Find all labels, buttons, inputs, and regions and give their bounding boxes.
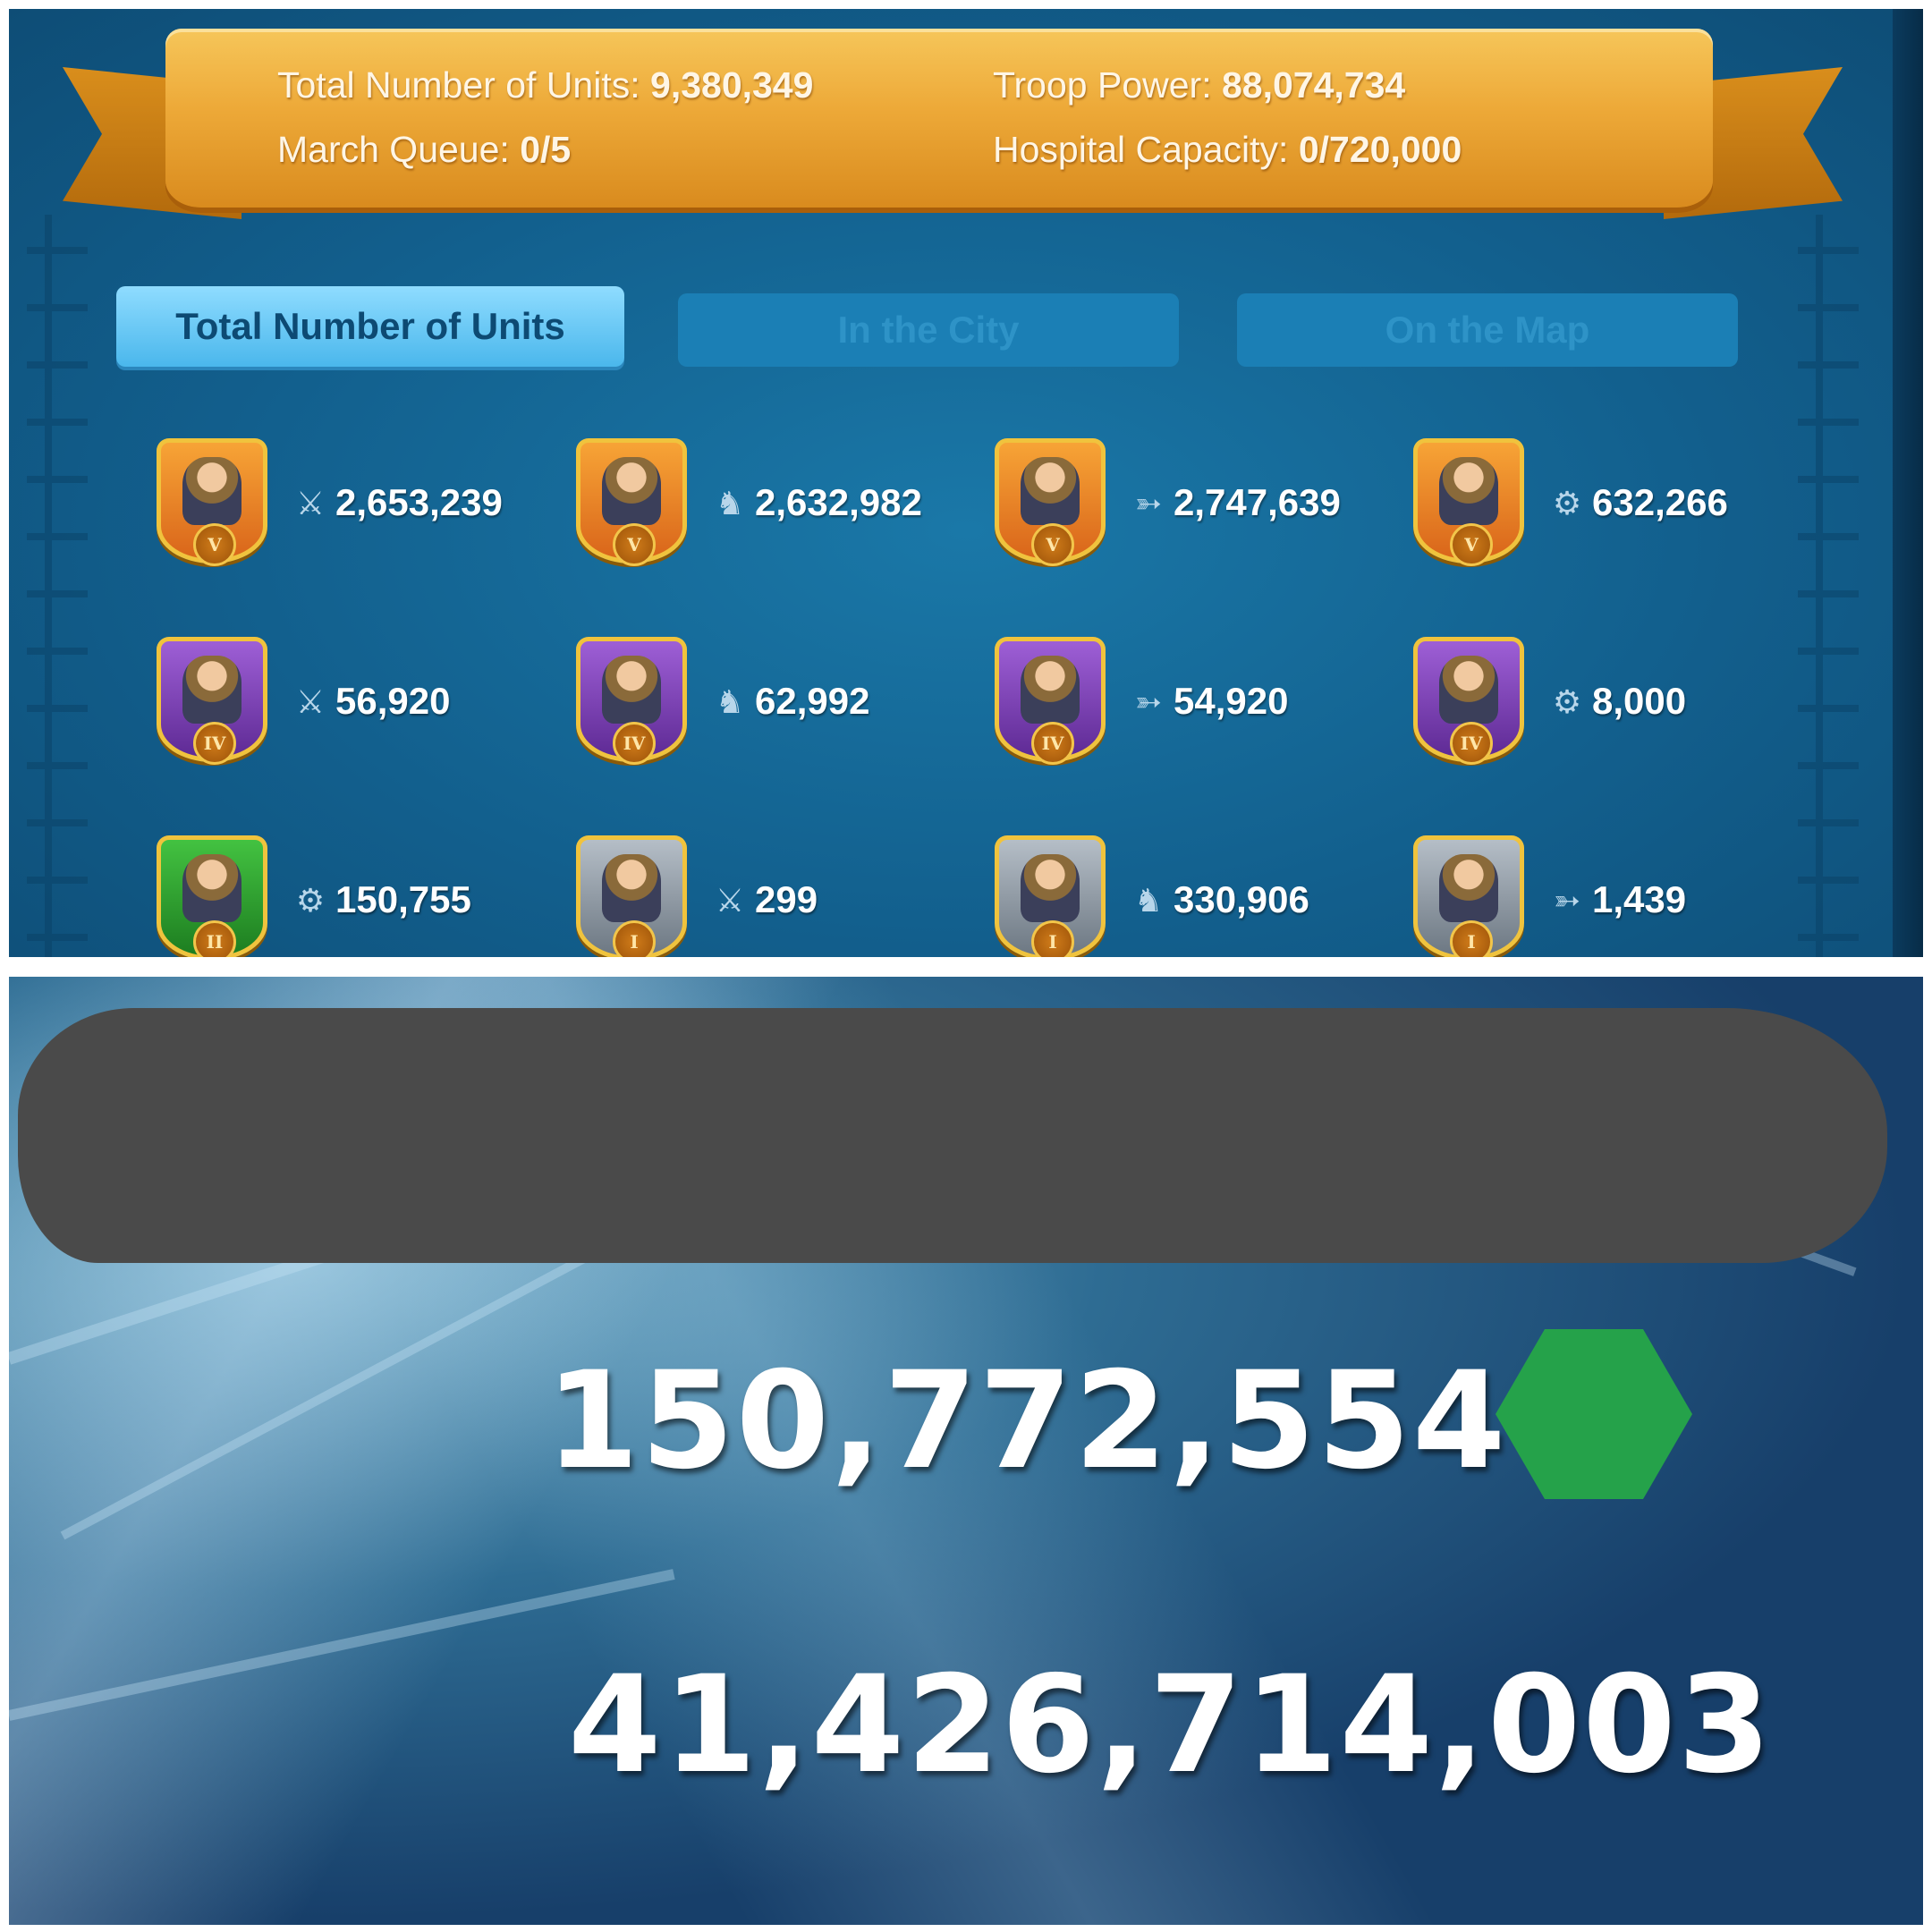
unit-badge-archer[interactable]: I (1413, 835, 1524, 957)
tier-badge: V (1450, 523, 1493, 566)
unit-count: 299 (755, 878, 818, 920)
tier-badge: V (1031, 523, 1074, 566)
unit-count: 54,920 (1174, 680, 1289, 722)
unit-cell[interactable]: IV ♞ 62,992 (576, 637, 987, 771)
unit-badge-infantry[interactable]: I (576, 835, 687, 957)
unit-count: 632,266 (1592, 481, 1728, 523)
siege-icon: ⚙ (1552, 684, 1582, 721)
tier-badge: IV (1031, 722, 1074, 765)
unit-badge-cavalry[interactable]: IV (576, 637, 687, 765)
unit-portrait (602, 656, 661, 724)
unit-portrait (182, 656, 242, 724)
horse-icon: ♞ (1133, 883, 1164, 919)
unit-portrait (182, 854, 242, 922)
green-gem-icon (1496, 1329, 1692, 1499)
total-units-value: 9,380,349 (650, 64, 814, 106)
bow-icon: ➳ (1134, 684, 1163, 721)
tab-in-the-city[interactable]: In the City (678, 293, 1179, 367)
hospital-capacity-label: Hospital Capacity: (993, 129, 1289, 170)
tier-badge: I (1450, 920, 1493, 957)
tab-total-units[interactable]: Total Number of Units (116, 286, 624, 367)
unit-cell[interactable]: II ⚙ 150,755 (157, 835, 568, 957)
unit-cell[interactable]: V ⚔ 2,653,239 (157, 438, 568, 572)
stats-banner: Total Number of Units: 9,380,349 Troop P… (165, 29, 1713, 208)
unit-portrait (1439, 656, 1498, 724)
unit-count: 56,920 (335, 680, 451, 722)
unit-cell[interactable]: I ⚔ 299 (576, 835, 987, 957)
unit-portrait (602, 457, 661, 525)
hospital-capacity-value: 0/720,000 (1298, 129, 1462, 170)
troop-power-value: 88,074,734 (1222, 64, 1406, 106)
unit-badge-siege[interactable]: V (1413, 438, 1524, 566)
tier-badge: I (613, 920, 656, 957)
tier-badge: V (613, 523, 656, 566)
unit-cell[interactable]: V ♞ 2,632,982 (576, 438, 987, 572)
unit-portrait (1439, 854, 1498, 922)
unit-cell[interactable]: V ➳ 2,747,639 (995, 438, 1406, 572)
unit-badge-cavalry[interactable]: V (576, 438, 687, 566)
march-queue-label: March Queue: (277, 129, 510, 170)
march-queue-value: 0/5 (520, 129, 572, 170)
troop-power-stat: Troop Power: 88,074,734 (993, 64, 1405, 106)
horse-icon: ♞ (715, 486, 745, 522)
redacted-name-bar (18, 1008, 1887, 1263)
unit-portrait (1439, 457, 1498, 525)
tier-badge: I (1031, 920, 1074, 957)
unit-count: 62,992 (755, 680, 870, 722)
unit-count: 2,747,639 (1174, 481, 1341, 523)
unit-badge-infantry[interactable]: V (157, 438, 267, 566)
collage-divider (0, 957, 1932, 977)
bow-icon: ➳ (1553, 883, 1581, 919)
tier-badge: V (193, 523, 236, 566)
unit-badge-infantry[interactable]: IV (157, 637, 267, 765)
panel-edge (1893, 9, 1923, 957)
march-queue-stat: March Queue: 0/5 (277, 129, 571, 171)
unit-cell[interactable]: V ⚙ 632,266 (1413, 438, 1825, 572)
unit-count: 330,906 (1174, 878, 1309, 920)
profile-stats-panel: 150,772,554 41,426,714,003 (9, 977, 1923, 1925)
greek-border-left (27, 215, 88, 957)
unit-badge-archer[interactable]: V (995, 438, 1106, 566)
unit-count: 2,632,982 (755, 481, 922, 523)
sword-icon: ⚔ (295, 684, 326, 721)
kill-points-value: 41,426,714,003 (568, 1648, 1774, 1803)
siege-icon: ⚙ (295, 883, 326, 919)
unit-cell[interactable]: IV ➳ 54,920 (995, 637, 1406, 771)
tier-badge: IV (1450, 722, 1493, 765)
total-units-stat: Total Number of Units: 9,380,349 (277, 64, 813, 106)
troops-panel: Total Number of Units: 9,380,349 Troop P… (9, 9, 1923, 957)
sword-icon: ⚔ (295, 486, 326, 522)
unit-count: 150,755 (335, 878, 471, 920)
power-value: 150,772,554 (546, 1343, 1508, 1499)
unit-portrait (182, 457, 242, 525)
unit-count: 2,653,239 (335, 481, 503, 523)
unit-badge-siege[interactable]: II (157, 835, 267, 957)
tab-on-the-map[interactable]: On the Map (1237, 293, 1738, 367)
siege-icon: ⚙ (1552, 486, 1582, 522)
unit-portrait (1021, 656, 1080, 724)
horse-icon: ♞ (715, 684, 745, 721)
unit-portrait (1021, 457, 1080, 525)
bow-icon: ➳ (1134, 486, 1163, 522)
unit-badge-cavalry[interactable]: I (995, 835, 1106, 957)
unit-portrait (602, 854, 661, 922)
unit-cell[interactable]: IV ⚙ 8,000 (1413, 637, 1825, 771)
tier-badge: II (193, 920, 236, 957)
unit-cell[interactable]: I ♞ 330,906 (995, 835, 1406, 957)
tier-badge: IV (193, 722, 236, 765)
unit-badge-siege[interactable]: IV (1413, 637, 1524, 765)
unit-badge-archer[interactable]: IV (995, 637, 1106, 765)
unit-cell[interactable]: I ➳ 1,439 (1413, 835, 1825, 957)
hospital-capacity-stat: Hospital Capacity: 0/720,000 (993, 129, 1462, 171)
unit-count: 8,000 (1592, 680, 1687, 722)
troop-power-label: Troop Power: (993, 64, 1212, 106)
unit-cell[interactable]: IV ⚔ 56,920 (157, 637, 568, 771)
total-units-label: Total Number of Units: (277, 64, 640, 106)
unit-portrait (1021, 854, 1080, 922)
unit-count: 1,439 (1592, 878, 1687, 920)
sword-icon: ⚔ (715, 883, 745, 919)
tier-badge: IV (613, 722, 656, 765)
